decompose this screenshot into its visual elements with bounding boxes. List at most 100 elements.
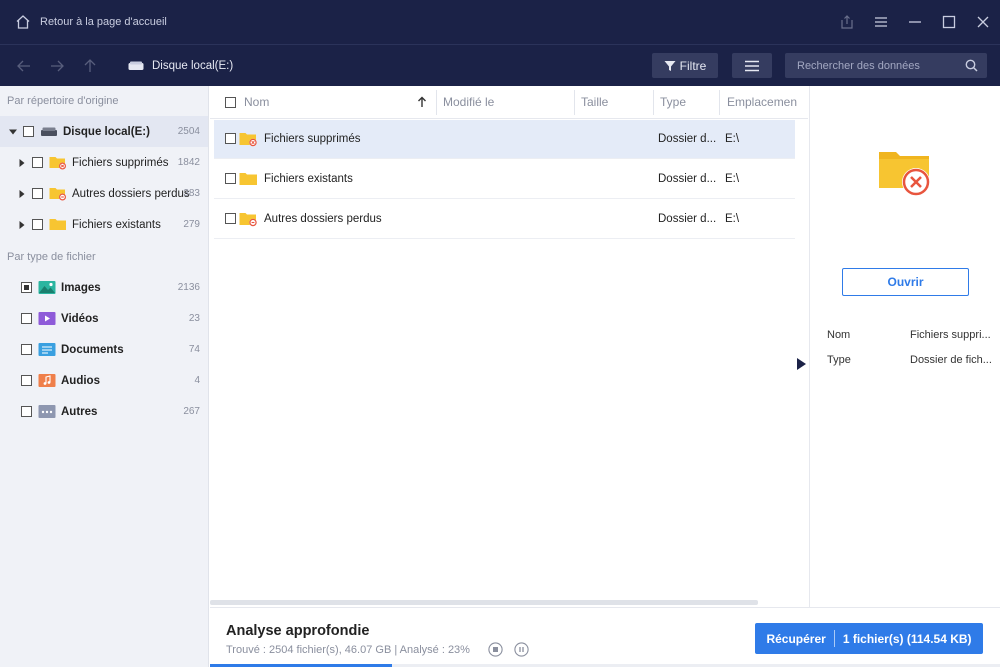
search-box — [785, 53, 987, 78]
type-count: 2136 — [177, 282, 200, 293]
column-divider[interactable] — [436, 90, 437, 115]
column-header-type[interactable]: Type — [660, 86, 686, 119]
row-name: Fichiers existants — [264, 173, 353, 185]
table-row[interactable]: Fichiers supprimés Dossier d... E:\ — [214, 120, 795, 159]
tree-count: 2504 — [177, 126, 200, 137]
filter-icon — [664, 60, 676, 71]
window-controls — [830, 0, 1000, 44]
type-label: Autres — [61, 405, 98, 418]
property-value: Fichiers suppri... — [910, 329, 991, 341]
app-menu-button[interactable] — [864, 0, 898, 44]
caret-right-icon[interactable] — [18, 158, 26, 167]
nav-buttons — [0, 45, 106, 87]
tree-item-local-disk[interactable]: Disque local(E:) 2504 — [0, 116, 208, 147]
table-row[interactable]: Autres dossiers perdus Dossier d... E:\ — [214, 200, 795, 239]
collapse-preview-icon[interactable] — [797, 358, 806, 370]
type-checkbox[interactable] — [21, 313, 32, 324]
column-divider[interactable] — [653, 90, 654, 115]
toolbar: Disque local(E:) Filtre — [0, 44, 1000, 86]
row-name: Autres dossiers perdus — [264, 213, 382, 225]
document-icon — [38, 343, 56, 356]
up-button[interactable] — [73, 45, 106, 87]
type-item-videos[interactable]: Vidéos 23 — [0, 303, 208, 334]
column-header-modified[interactable]: Modifié le — [443, 86, 494, 119]
title-bar: Retour à la page d'accueil — [0, 0, 1000, 44]
type-checkbox[interactable] — [21, 282, 32, 293]
video-icon — [38, 312, 56, 325]
table-row[interactable]: Fichiers existants Dossier d... E:\ — [214, 160, 795, 199]
tree-item-existing-files[interactable]: Fichiers existants 279 — [0, 209, 208, 240]
tree-checkbox[interactable] — [23, 126, 34, 137]
tree-item-deleted-files[interactable]: Fichiers supprimés 1842 — [0, 147, 208, 178]
view-menu-button[interactable] — [732, 53, 772, 78]
scan-title: Analyse approfondie — [226, 623, 370, 639]
status-bar: Analyse approfondie Trouvé : 2504 fichie… — [210, 607, 1000, 667]
row-name: Fichiers supprimés — [264, 133, 361, 145]
breadcrumb[interactable]: Disque local(E:) — [128, 60, 233, 72]
select-all-checkbox[interactable] — [225, 97, 236, 108]
type-item-images[interactable]: Images 2136 — [0, 272, 208, 303]
type-checkbox[interactable] — [21, 406, 32, 417]
arrow-right-icon — [50, 60, 64, 71]
tree-label: Autres dossiers perdus — [72, 187, 190, 200]
tree-checkbox[interactable] — [32, 157, 43, 168]
property-value: Dossier de fich... — [910, 354, 992, 366]
minimize-button[interactable] — [898, 0, 932, 44]
type-item-audios[interactable]: Audios 4 — [0, 365, 208, 396]
open-button[interactable]: Ouvrir — [842, 268, 969, 296]
forward-button[interactable] — [40, 45, 73, 87]
recover-button[interactable]: Récupérer 1 fichier(s) (114.54 KB) — [755, 623, 983, 654]
type-count: 74 — [188, 344, 200, 355]
caret-right-icon[interactable] — [18, 189, 26, 198]
caret-right-icon[interactable] — [18, 220, 26, 229]
row-location: E:\ — [725, 213, 740, 225]
tree-label: Fichiers existants — [72, 218, 161, 231]
filter-button[interactable]: Filtre — [652, 53, 718, 78]
close-button[interactable] — [966, 0, 1000, 44]
tree-count: 383 — [183, 188, 200, 199]
export-button[interactable] — [830, 0, 864, 44]
export-icon — [841, 15, 853, 29]
row-checkbox[interactable] — [225, 173, 236, 184]
pause-button[interactable] — [514, 642, 529, 657]
tree-checkbox[interactable] — [32, 219, 43, 230]
type-checkbox[interactable] — [21, 344, 32, 355]
back-button[interactable] — [7, 45, 40, 87]
tree-label: Disque local(E:) — [63, 125, 150, 138]
list-view-icon — [745, 60, 759, 71]
stop-button[interactable] — [488, 642, 503, 657]
property-key: Nom — [827, 329, 851, 341]
search-input[interactable] — [785, 59, 955, 72]
column-divider[interactable] — [574, 90, 575, 115]
sidebar-section-type: Par type de fichier — [7, 251, 96, 263]
file-list: Nom Modifié le Taille Type Emplacement F… — [210, 86, 808, 599]
horizontal-scrollbar[interactable] — [210, 600, 758, 605]
column-header-location[interactable]: Emplacement — [727, 86, 797, 119]
row-type: Dossier d... — [658, 133, 717, 145]
home-button[interactable]: Retour à la page d'accueil — [0, 0, 167, 44]
property-key: Type — [827, 354, 851, 366]
sort-ascending-icon[interactable] — [417, 96, 427, 108]
type-count: 4 — [194, 375, 200, 386]
scan-stats: Trouvé : 2504 fichier(s), 46.07 GB | Ana… — [226, 644, 470, 656]
type-item-others[interactable]: Autres 267 — [0, 396, 208, 427]
column-divider[interactable] — [719, 90, 720, 115]
column-header-size[interactable]: Taille — [581, 86, 608, 119]
type-item-documents[interactable]: Documents 74 — [0, 334, 208, 365]
home-label: Retour à la page d'accueil — [40, 16, 167, 28]
row-checkbox[interactable] — [225, 213, 236, 224]
type-label: Vidéos — [61, 312, 99, 325]
type-label: Documents — [61, 343, 124, 356]
maximize-button[interactable] — [932, 0, 966, 44]
image-icon — [38, 281, 56, 294]
row-checkbox[interactable] — [225, 133, 236, 144]
type-label: Images — [61, 281, 101, 294]
preview-pane: Ouvrir Nom Fichiers suppri... Type Dossi… — [809, 86, 1000, 607]
tree-checkbox[interactable] — [32, 188, 43, 199]
type-checkbox[interactable] — [21, 375, 32, 386]
recover-divider — [833, 630, 835, 647]
tree-item-other-lost-folders[interactable]: Autres dossiers perdus 383 — [0, 178, 208, 209]
search-icon[interactable] — [965, 59, 978, 72]
caret-down-icon[interactable] — [9, 128, 17, 136]
column-header-name[interactable]: Nom — [244, 86, 269, 119]
